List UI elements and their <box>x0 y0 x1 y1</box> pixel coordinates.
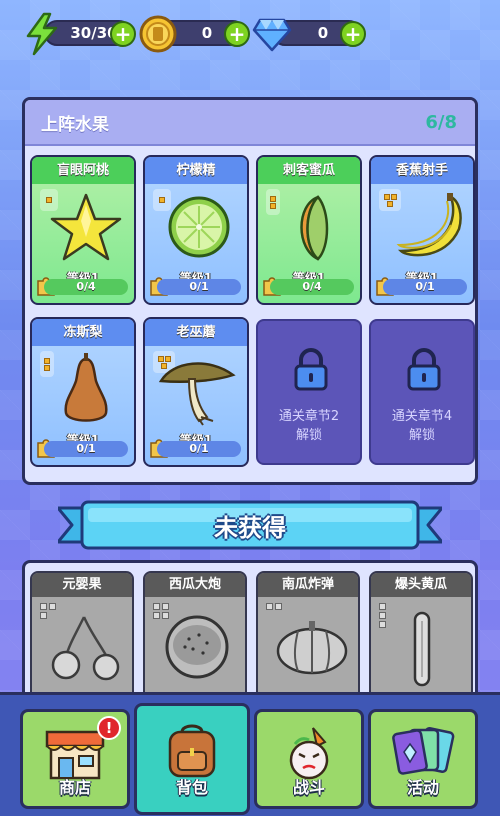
fruit-name: 刺客蜜瓜 <box>258 157 360 184</box>
gems-value: 0 <box>317 24 329 42</box>
fruit-name: 冻斯梨 <box>32 319 134 346</box>
fruit-card[interactable]: 刺客蜜瓜 等级1 0/4 <box>256 155 362 305</box>
pear-icon <box>64 353 108 422</box>
fruit-name: 元婴果 <box>32 573 132 597</box>
unlock-requirement-line1: 通关章节2 <box>278 409 340 424</box>
diamond-icon <box>252 18 292 52</box>
coins-add-button[interactable]: + <box>224 21 250 47</box>
fragment-progress: 0/4 <box>270 279 354 295</box>
fruit-slot-count: 6/8 <box>425 111 457 133</box>
star-fruit-icon <box>50 193 122 261</box>
pumpkin-icon <box>276 621 348 675</box>
nav-shop-button[interactable]: ! 商店 <box>20 709 130 809</box>
size-indicator <box>379 603 388 628</box>
banana-icon <box>396 193 462 257</box>
locked-fruit-card[interactable]: 爆头黄瓜 <box>369 571 473 707</box>
fruit-name: 香蕉射手 <box>371 157 473 184</box>
fruit-card[interactable]: 柠檬精 等级1 0/1 <box>143 155 249 305</box>
locked-fruit-card[interactable]: 元婴果 <box>30 571 134 707</box>
banner-label: 未获得 <box>214 514 286 542</box>
unowned-fruits-panel: 元婴果 西瓜大炮 南瓜炸弹 爆头黄瓜 <box>22 560 478 710</box>
lightning-icon <box>26 12 58 56</box>
lime-icon <box>168 196 230 258</box>
active-fruits-panel: 上阵水果 6/8 盲眼阿桃 等级1 0/4 柠檬精 等级1 0/1 刺客蜜瓜 等… <box>22 97 478 485</box>
cherry-icon <box>51 616 120 681</box>
fruit-card[interactable]: 盲眼阿桃 等级1 0/4 <box>30 155 136 305</box>
unlock-requirement: 通关章节2 解锁 <box>258 407 360 445</box>
panel-title: 上阵水果 <box>41 114 109 135</box>
nav-bag-button[interactable]: 背包 <box>134 703 250 815</box>
fragment-progress: 0/1 <box>44 441 128 457</box>
padlock-icon <box>294 348 328 391</box>
unlock-requirement: 通关章节4 解锁 <box>371 407 473 445</box>
fragment-progress: 0/4 <box>44 279 128 295</box>
size-indicator <box>266 603 286 610</box>
fruit-card[interactable]: 香蕉射手 等级1 0/1 <box>369 155 475 305</box>
locked-slot[interactable]: 通关章节4 解锁 <box>369 319 475 465</box>
cucumber-icon <box>413 611 431 687</box>
nav-events-button[interactable]: 活动 <box>368 709 478 809</box>
unlock-requirement-line1: 通关章节4 <box>391 409 453 424</box>
fruit-card[interactable]: 老巫蘑 等级1 0/1 <box>143 317 249 467</box>
fruit-name: 爆头黄瓜 <box>371 573 471 597</box>
locked-slot[interactable]: 通关章节2 解锁 <box>256 319 362 465</box>
gems-add-button[interactable]: + <box>340 21 366 47</box>
nav-battle-button[interactable]: 战斗 <box>254 709 364 809</box>
notification-badge: ! <box>97 716 121 740</box>
mushroom-icon <box>158 362 236 426</box>
fruit-name: 南瓜炸弹 <box>258 573 358 597</box>
unowned-banner: 未获得 <box>58 500 442 550</box>
locked-fruit-card[interactable]: 西瓜大炮 <box>143 571 247 707</box>
nav-battle-label: 战斗 <box>292 778 325 797</box>
fruit-name: 柠檬精 <box>145 157 247 184</box>
active-fruits-header: 上阵水果 6/8 <box>25 100 475 146</box>
coin-icon <box>139 15 177 53</box>
nav-bag-label: 背包 <box>175 778 208 797</box>
energy-add-button[interactable]: + <box>110 21 136 47</box>
nav-events-label: 活动 <box>406 778 439 797</box>
fruit-card[interactable]: 冻斯梨 等级1 0/1 <box>30 317 136 467</box>
fruit-name: 老巫蘑 <box>145 319 247 346</box>
melon-slice-icon <box>300 195 329 261</box>
watermelon-icon <box>165 615 229 679</box>
bottom-nav: ! 商店 背包 战斗 活动 <box>0 692 500 816</box>
fruit-name: 西瓜大炮 <box>145 573 245 597</box>
padlock-icon <box>407 348 441 391</box>
coins-value: 0 <box>201 24 213 42</box>
nav-shop-label: 商店 <box>58 778 91 797</box>
unlock-requirement-line2: 解锁 <box>408 428 435 443</box>
fragment-progress: 0/1 <box>383 279 467 295</box>
fruit-name: 盲眼阿桃 <box>32 157 134 184</box>
locked-fruit-card[interactable]: 南瓜炸弹 <box>256 571 360 707</box>
fragment-progress: 0/1 <box>157 441 241 457</box>
fragment-progress: 0/1 <box>157 279 241 295</box>
backpack-icon <box>168 724 216 778</box>
unlock-requirement-line2: 解锁 <box>295 428 322 443</box>
